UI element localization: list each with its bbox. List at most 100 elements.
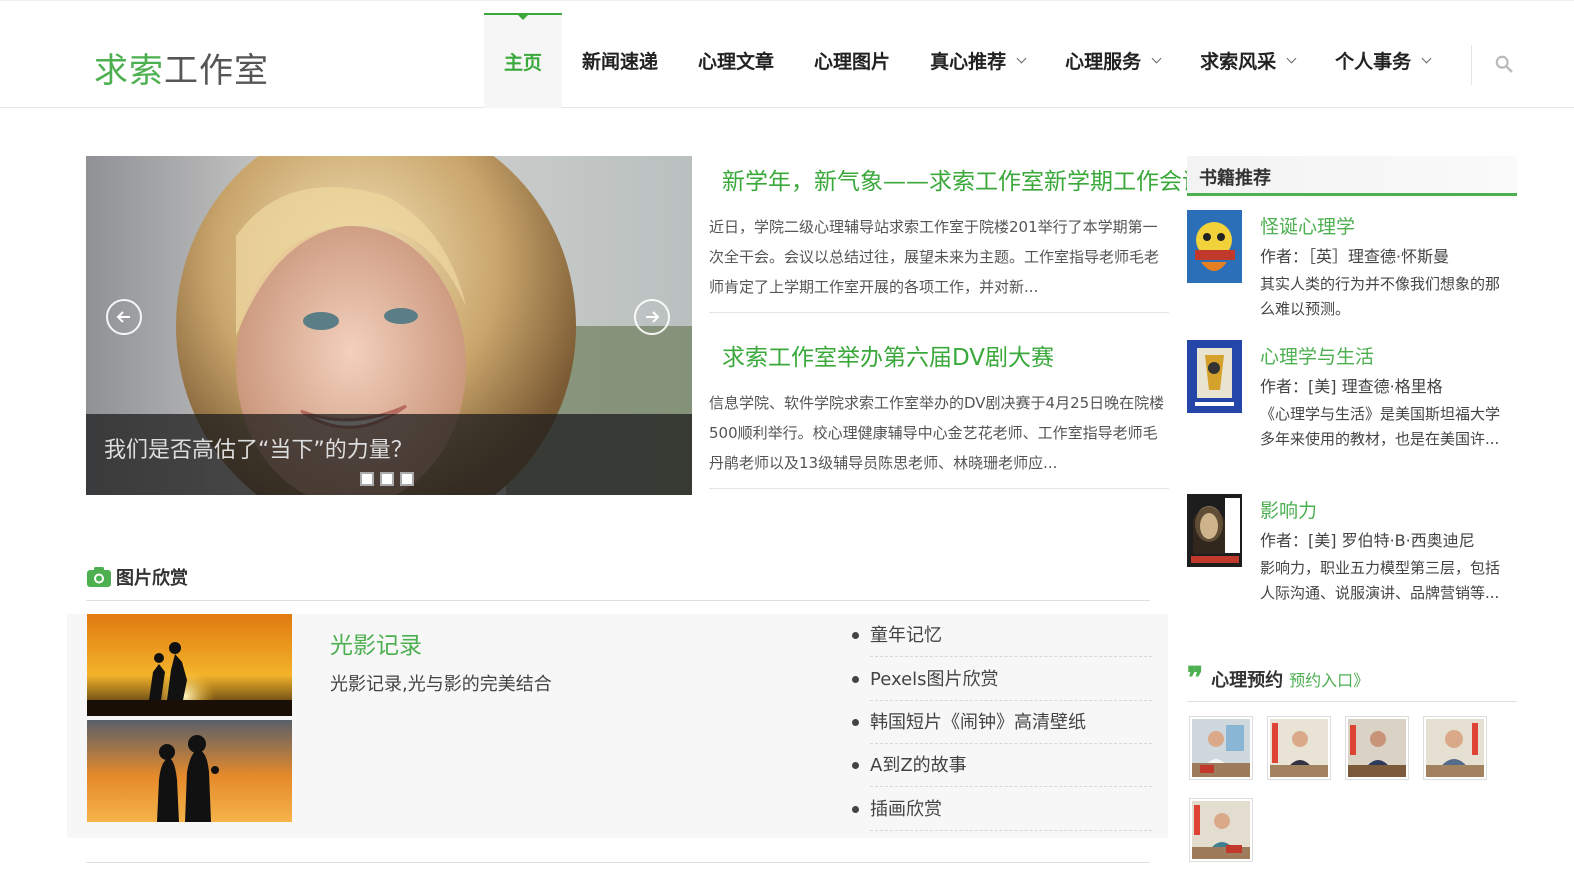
divider [86, 862, 1150, 863]
book-item: 心理学与生活 作者：[美] 理查德·格里格 《心理学与生活》是美国斯坦福大学多年… [1187, 340, 1517, 490]
nav-label: 新闻速递 [582, 51, 659, 73]
album-description: 光影记录,光与影的完美结合 [330, 674, 552, 695]
bullet [852, 805, 859, 813]
arrow-left-icon [116, 311, 130, 323]
album-thumbnail[interactable] [87, 720, 292, 822]
avatar-image [1426, 719, 1484, 777]
list-item[interactable]: 韩国短片《闹钟》高清壁纸 [852, 701, 1152, 744]
nav-label: 心理文章 [698, 51, 775, 73]
avatar-image [1192, 801, 1250, 859]
sunset-silhouette-image [87, 720, 292, 822]
counselor-avatar[interactable] [1189, 798, 1253, 862]
bullet [852, 675, 859, 683]
main-nav: 主页 新闻速递 心理文章 心理图片 真心推荐 心理服务 求索风采 个人事务 [484, 13, 1450, 108]
search-icon[interactable] [1495, 55, 1513, 73]
book-description: 其实人类的行为并不像我们想象的那么难以预测。 [1260, 275, 1501, 318]
slider-prev-button[interactable] [106, 299, 142, 335]
avatar-image [1192, 719, 1250, 777]
book-author: 作者：[美] 罗伯特·B·西奥迪尼 [1260, 531, 1475, 550]
nav-label: 心理服务 [1065, 51, 1142, 73]
chevron-down-icon [1286, 53, 1297, 63]
nav-label: 主页 [504, 52, 543, 74]
bullet [852, 718, 859, 726]
nav-label: 求索风采 [1200, 51, 1277, 73]
list-item[interactable]: Pexels图片欣赏 [852, 657, 1152, 701]
photo-panel: 光影记录 光影记录,光与影的完美结合 童年记忆 Pexels图片欣赏 韩国短片《… [67, 614, 1168, 838]
counselor-avatar[interactable] [1267, 716, 1331, 780]
book-title[interactable]: 心理学与生活 [1260, 342, 1374, 369]
book-item: 怪诞心理学 作者：［英］理查德·怀斯曼 其实人类的行为并不像我们想象的那么难以预… [1187, 210, 1517, 330]
section-title-text: 图片欣赏 [116, 568, 188, 589]
list-item-label: Pexels图片欣赏 [870, 658, 1152, 701]
news-item: 求索工作室举办第六届DV剧大赛 信息学院、软件学院求索工作室举办的DV剧决赛于4… [709, 338, 1169, 489]
slider-dot[interactable] [380, 472, 394, 486]
list-item-label: 插画欣赏 [870, 788, 1152, 831]
divider [1187, 701, 1517, 702]
divider [86, 600, 1150, 601]
nav-label: 心理图片 [814, 51, 891, 73]
camera-icon [87, 567, 111, 587]
counselor-avatar[interactable] [1423, 716, 1487, 780]
list-item[interactable]: A到Z的故事 [852, 744, 1152, 788]
image-slider[interactable]: 我们是否高估了“当下”的力量？ [86, 156, 692, 495]
logo-text-green: 求索 [94, 51, 164, 91]
book-cover-image[interactable] [1187, 340, 1242, 413]
nav-item-services[interactable]: 心理服务 [1045, 13, 1180, 108]
book-author: 作者：［英］理查德·怀斯曼 [1260, 247, 1450, 266]
book-author: 作者：[美] 理查德·格里格 [1260, 377, 1443, 396]
book-item: 影响力 作者：[美] 罗伯特·B·西奥迪尼 影响力，职业五力模型第三层，包括人际… [1187, 494, 1517, 634]
sidebar-books-header: 书籍推荐 [1187, 156, 1517, 196]
book-title[interactable]: 怪诞心理学 [1260, 212, 1355, 239]
sunset-couple-image [87, 614, 292, 716]
site-header: 求索工作室 主页 新闻速递 心理文章 心理图片 真心推荐 心理服务 求索风采 个… [0, 0, 1574, 108]
nav-item-style[interactable]: 求索风采 [1180, 13, 1315, 108]
nav-item-articles[interactable]: 心理文章 [678, 13, 794, 108]
avatar-image [1270, 719, 1328, 777]
appointment-title: 心理预约 [1211, 670, 1284, 691]
book-title[interactable]: 影响力 [1260, 496, 1317, 523]
section-title-photos: 图片欣赏 [86, 564, 188, 590]
bullet [852, 762, 859, 770]
bullet [852, 632, 859, 640]
chevron-down-icon [1421, 53, 1432, 63]
news-title[interactable]: 新学年，新气象——求索工作室新学期工作会议 [722, 162, 1200, 196]
book-cover-image[interactable] [1187, 210, 1242, 283]
nav-item-pictures[interactable]: 心理图片 [794, 13, 910, 108]
logo-text-gray: 工作室 [164, 51, 269, 91]
book-description: 影响力，职业五力模型第三层，包括人际沟通、说服演讲、品牌营销等... [1260, 559, 1501, 602]
nav-item-personal[interactable]: 个人事务 [1315, 13, 1450, 108]
list-item[interactable]: 童年记忆 [852, 614, 1152, 658]
nav-item-news[interactable]: 新闻速递 [562, 13, 678, 108]
avatar-image [1348, 719, 1406, 777]
list-item[interactable]: 插画欣赏 [852, 788, 1152, 831]
counselor-avatar[interactable] [1345, 716, 1409, 780]
news-summary: 信息学院、软件学院求索工作室举办的DV剧决赛于4月25日晚在院楼500顺利举行。… [709, 394, 1165, 472]
slider-dot[interactable] [360, 472, 374, 486]
news-title[interactable]: 求索工作室举办第六届DV剧大赛 [722, 338, 1169, 372]
chevron-down-icon [1016, 53, 1027, 63]
nav-item-home[interactable]: 主页 [484, 13, 563, 108]
album-title[interactable]: 光影记录 [330, 626, 422, 660]
list-item-label: 童年记忆 [870, 614, 1152, 658]
chevron-down-icon [1151, 53, 1162, 63]
news-summary: 近日，学院二级心理辅导站求索工作室于院楼201举行了本学期第一次全干会。会议以总… [709, 218, 1160, 296]
list-item-label: A到Z的故事 [870, 744, 1152, 788]
book-description: 《心理学与生活》是美国斯坦福大学多年来使用的教材，也是在美国许... [1260, 405, 1501, 448]
appointment-header: ❞ 心理预约 预约入口》 [1187, 664, 1369, 694]
news-item: 新学年，新气象——求索工作室新学期工作会议 近日，学院二级心理辅导站求索工作室于… [709, 162, 1200, 313]
nav-item-recommend[interactable]: 真心推荐 [910, 13, 1045, 108]
nav-divider [1471, 45, 1472, 85]
book-cover-image[interactable] [1187, 494, 1242, 567]
slider-next-button[interactable] [634, 299, 670, 335]
photo-list: 童年记忆 Pexels图片欣赏 韩国短片《闹钟》高清壁纸 A到Z的故事 插画欣赏 [852, 614, 1152, 831]
nav-label: 真心推荐 [930, 51, 1007, 73]
appointment-link[interactable]: 预约入口》 [1289, 667, 1369, 691]
slider-dot[interactable] [400, 472, 414, 486]
slide-caption[interactable]: 我们是否高估了“当下”的力量？ [104, 432, 413, 464]
sidebar-title: 书籍推荐 [1199, 168, 1271, 189]
nav-label: 个人事务 [1335, 51, 1412, 73]
list-item-label: 韩国短片《闹钟》高清壁纸 [870, 701, 1152, 744]
album-thumbnail[interactable] [87, 614, 292, 716]
site-logo[interactable]: 求索工作室 [94, 43, 269, 92]
counselor-avatar[interactable] [1189, 716, 1253, 780]
